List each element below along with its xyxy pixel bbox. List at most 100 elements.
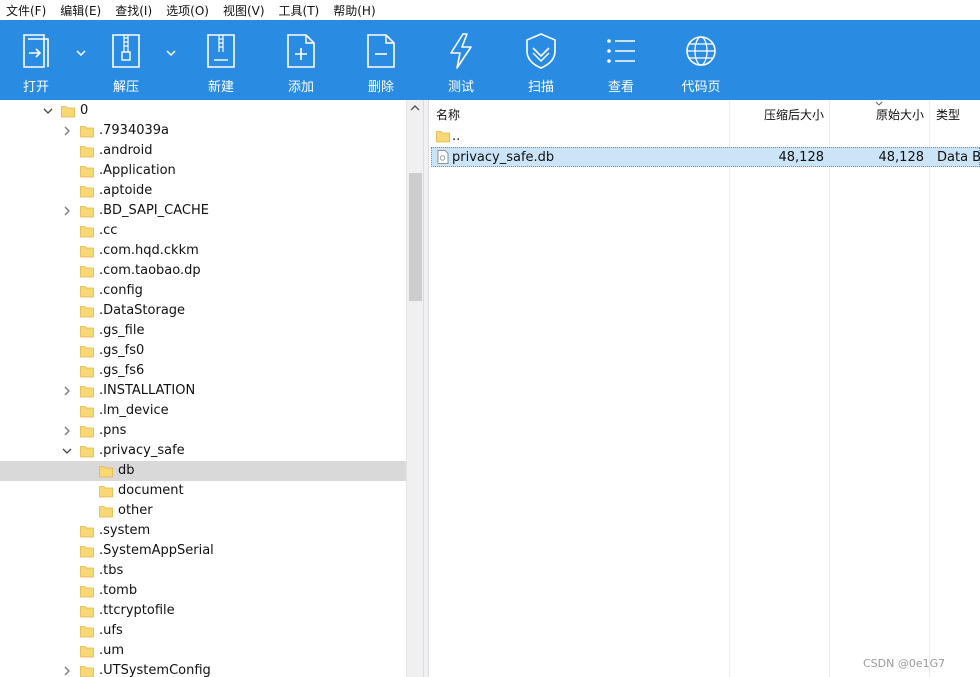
test-label: 测试 [447, 80, 474, 95]
chevron-down-icon[interactable] [61, 445, 73, 457]
tree-item-label: .um [99, 643, 125, 658]
new-button[interactable]: 新建 [193, 20, 249, 100]
delete-label: 删除 [367, 80, 394, 95]
folder-icon [80, 524, 94, 538]
tree-item[interactable]: .SystemAppSerial [0, 541, 406, 561]
tree-item[interactable]: .pns [0, 421, 406, 441]
tree-item[interactable]: .7934039a [0, 121, 406, 141]
tree-item[interactable]: .gs_fs0 [0, 341, 406, 361]
tree-item[interactable]: .config [0, 281, 406, 301]
codepage-button[interactable]: 代码页 [673, 20, 729, 100]
tree-item[interactable]: document [0, 481, 406, 501]
tree-item-label: .config [99, 283, 143, 298]
menu-help[interactable]: 帮助(H) [333, 2, 375, 19]
tree-item[interactable]: other [0, 501, 406, 521]
folder-icon [80, 244, 94, 258]
folder-tree[interactable]: 0 .7934039a .android .Application .aptoide .B… [0, 100, 422, 677]
tree-item[interactable]: .system [0, 521, 406, 541]
tree-item[interactable]: .um [0, 641, 406, 661]
scan-button[interactable]: 扫描 [513, 20, 569, 100]
menu-find[interactable]: 查找(I) [115, 2, 152, 19]
tree-item-label: .android [99, 143, 153, 158]
menu-view[interactable]: 视图(V) [223, 2, 265, 19]
view-label: 查看 [607, 80, 634, 95]
tree-item[interactable]: .DataStorage [0, 301, 406, 321]
tree-item-label: .lm_device [99, 403, 169, 418]
column-header-type[interactable]: 类型 [936, 106, 960, 123]
tree-item-label: .com.hqd.ckkm [99, 243, 199, 258]
chevron-right-icon[interactable] [61, 125, 73, 137]
tree-item[interactable]: .tomb [0, 581, 406, 601]
tree-item[interactable]: .INSTALLATION [0, 381, 406, 401]
open-label: 打开 [22, 80, 49, 95]
tree-item[interactable]: .aptoide [0, 181, 406, 201]
tree-item-label: .BD_SAPI_CACHE [99, 203, 209, 218]
folder-icon [80, 584, 94, 598]
open-dropdown-arrow[interactable] [74, 46, 88, 60]
tree-item-label: .pns [99, 423, 127, 438]
column-header-name[interactable]: 名称 [436, 106, 460, 123]
delete-button[interactable]: 删除 [353, 20, 409, 100]
folder-icon [99, 504, 113, 518]
test-button[interactable]: 测试 [433, 20, 489, 100]
folder-icon [80, 184, 94, 198]
toolbar: 打开 解压 新建 添加 删除 测试 扫描 查看 代码页 [0, 20, 980, 100]
list-cell-name: .. [452, 129, 461, 144]
tree-item[interactable]: .com.taobao.dp [0, 261, 406, 281]
tree-item[interactable]: .BD_SAPI_CACHE [0, 201, 406, 221]
column-header-packed-size[interactable]: 压缩后大小 [764, 106, 824, 123]
chevron-down-icon[interactable] [42, 105, 54, 117]
tree-item[interactable]: .Application [0, 161, 406, 181]
shield-icon [526, 33, 556, 69]
extract-dropdown-arrow[interactable] [164, 46, 178, 60]
tree-item-label: 0 [80, 103, 89, 118]
column-separator[interactable] [829, 100, 830, 677]
folder-icon [80, 264, 94, 278]
tree-item[interactable]: .cc [0, 221, 406, 241]
tree-item[interactable]: .ttcryptofile [0, 601, 406, 621]
tree-item-label: .privacy_safe [99, 443, 185, 458]
tree-item[interactable]: .tbs [0, 561, 406, 581]
menu-bar: 文件(F) 编辑(E) 查找(I) 选项(O) 视图(V) 工具(T) 帮助(H… [0, 0, 980, 20]
scroll-up-icon[interactable] [410, 104, 420, 112]
column-separator[interactable] [929, 100, 930, 677]
menu-file[interactable]: 文件(F) [6, 2, 46, 19]
tree-item[interactable]: db [0, 461, 406, 481]
tree-scrollbar[interactable] [406, 100, 423, 677]
add-button[interactable]: 添加 [273, 20, 329, 100]
scrollbar-thumb[interactable] [409, 173, 422, 301]
tree-item[interactable]: .ufs [0, 621, 406, 641]
folder-icon [80, 324, 94, 338]
view-button[interactable]: 查看 [593, 20, 649, 100]
tree-item[interactable]: .com.hqd.ckkm [0, 241, 406, 261]
tree-item[interactable]: 0 [0, 101, 406, 121]
menu-options[interactable]: 选项(O) [166, 2, 209, 19]
open-button[interactable]: 打开 [8, 20, 64, 100]
chevron-right-icon[interactable] [61, 385, 73, 397]
list-cell-name: privacy_safe.db [452, 150, 555, 165]
list-row-parent[interactable]: .. [429, 127, 980, 146]
menu-tools[interactable]: 工具(T) [279, 2, 320, 19]
chevron-right-icon[interactable] [61, 425, 73, 437]
chevron-right-icon[interactable] [61, 665, 73, 677]
new-archive-icon [207, 34, 235, 68]
tree-item[interactable]: .android [0, 141, 406, 161]
column-separator[interactable] [729, 100, 730, 677]
folder-icon [80, 384, 94, 398]
tree-item[interactable]: .UTSystemConfig [0, 661, 406, 677]
tree-item-label: .Application [99, 163, 176, 178]
list-row-file[interactable]: privacy_safe.db 48,128 48,128 Data Ba [431, 147, 980, 167]
column-header-size[interactable]: 原始大小 [876, 106, 924, 123]
chevron-down-icon [76, 50, 86, 57]
scan-label: 扫描 [527, 80, 554, 95]
tree-item[interactable]: .privacy_safe [0, 441, 406, 461]
extract-button[interactable]: 解压 [98, 20, 154, 100]
chevron-right-icon[interactable] [61, 205, 73, 217]
folder-icon [80, 624, 94, 638]
tree-item[interactable]: .gs_fs6 [0, 361, 406, 381]
list-cell-size: 48,128 [878, 150, 925, 165]
tree-item[interactable]: .gs_file [0, 321, 406, 341]
list-view-icon [607, 39, 635, 63]
tree-item[interactable]: .lm_device [0, 401, 406, 421]
menu-edit[interactable]: 编辑(E) [60, 2, 101, 19]
